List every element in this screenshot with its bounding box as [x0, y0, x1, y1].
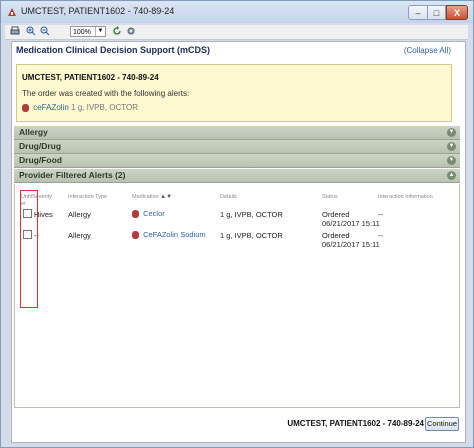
mcds-content: Medication Clinical Decision Support (mC…: [11, 41, 466, 443]
details-cell: 1 g, IVPB, OCTOR: [220, 210, 283, 219]
app-icon: [8, 8, 16, 16]
section-drug-food[interactable]: Drug/Food ▼: [14, 154, 460, 168]
expand-icon[interactable]: ▼: [447, 156, 456, 165]
column-header-medication[interactable]: Medication ▲▼: [132, 194, 172, 200]
status-cell: Ordered: [322, 231, 350, 240]
section-label: Allergy: [19, 127, 48, 137]
alert-patient-name: UMCTEST, PATIENT1602 - 740-89-24: [22, 73, 159, 82]
footer-patient-name: UMCTEST, PATIENT1602 - 740-89-24: [287, 419, 424, 428]
status-timestamp: 06/21/2017 15:11: [322, 240, 380, 249]
interaction-info-cell: --: [378, 210, 383, 219]
interaction-type-cell: Allergy: [68, 231, 91, 240]
close-button[interactable]: X: [446, 5, 468, 20]
medication-cell: Ceclor: [132, 209, 165, 219]
expand-icon[interactable]: ▼: [447, 128, 456, 137]
alert-message: The order was created with the following…: [22, 89, 190, 98]
maximize-button[interactable]: □: [428, 5, 446, 20]
section-provider-filtered[interactable]: Provider Filtered Alerts (2) ▲: [14, 169, 460, 183]
medication-icon: [22, 103, 29, 112]
minimize-button[interactable]: –: [408, 5, 428, 20]
alert-drug-link[interactable]: ceFAZolin: [33, 103, 69, 112]
status-timestamp: 06/21/2017 15:11: [322, 219, 380, 228]
medication-icon: [132, 210, 139, 219]
toolbar: 100% ▼: [5, 25, 468, 40]
zoom-select[interactable]: 100% ▼: [70, 26, 106, 37]
medication-header-label: Medication: [132, 194, 159, 200]
column-header-interaction-type[interactable]: Interaction Type: [68, 194, 107, 200]
continue-button[interactable]: Continue: [425, 417, 459, 431]
highlight-outline: [20, 190, 38, 308]
medication-link[interactable]: Ceclor: [143, 209, 165, 218]
title-bar[interactable]: UMCTEST, PATIENT1602 - 740-89-24 – □ X: [1, 1, 473, 23]
mcds-window: UMCTEST, PATIENT1602 - 740-89-24 – □ X 1…: [0, 0, 474, 448]
section-label: Drug/Drug: [19, 141, 62, 151]
sort-icon[interactable]: ▲▼: [160, 194, 172, 200]
interaction-info-cell: --: [378, 231, 383, 240]
medication-icon: [132, 231, 139, 240]
column-header-details[interactable]: Details: [220, 194, 237, 200]
chevron-down-icon: ▼: [95, 27, 105, 36]
window-title: UMCTEST, PATIENT1602 - 740-89-24: [21, 6, 175, 16]
expand-icon[interactable]: ▼: [447, 142, 456, 151]
alert-summary-box: UMCTEST, PATIENT1602 - 740-89-24 The ord…: [16, 64, 452, 122]
settings-icon[interactable]: [125, 26, 137, 38]
section-drug-drug[interactable]: Drug/Drug ▼: [14, 140, 460, 154]
alert-drug-line: ceFAZolin 1 g, IVPB, OCTOR: [22, 103, 138, 112]
print-icon[interactable]: [9, 26, 21, 38]
alert-drug-detail: 1 g, IVPB, OCTOR: [71, 103, 139, 112]
interaction-type-cell: Allergy: [68, 210, 91, 219]
collapse-icon[interactable]: ▲: [447, 171, 456, 180]
zoom-value: 100%: [73, 29, 91, 36]
section-label: Provider Filtered Alerts (2): [19, 170, 126, 180]
medication-cell: CeFAZolin Sodium: [132, 230, 206, 240]
page-title: Medication Clinical Decision Support (mC…: [16, 45, 211, 55]
zoom-in-icon[interactable]: [25, 26, 37, 38]
medication-link[interactable]: CeFAZolin Sodium: [143, 230, 206, 239]
column-header-status[interactable]: Status: [322, 194, 338, 200]
collapse-all-link[interactable]: (Collapse All): [404, 46, 451, 55]
zoom-out-icon[interactable]: [39, 26, 51, 38]
section-allergy[interactable]: Allergy ▼: [14, 126, 460, 140]
refresh-icon[interactable]: [111, 26, 123, 38]
section-label: Drug/Food: [19, 155, 62, 165]
status-cell: Ordered: [322, 210, 350, 219]
details-cell: 1 g, IVPB, OCTOR: [220, 231, 283, 240]
column-header-interaction-info[interactable]: Interaction Information: [378, 194, 433, 200]
